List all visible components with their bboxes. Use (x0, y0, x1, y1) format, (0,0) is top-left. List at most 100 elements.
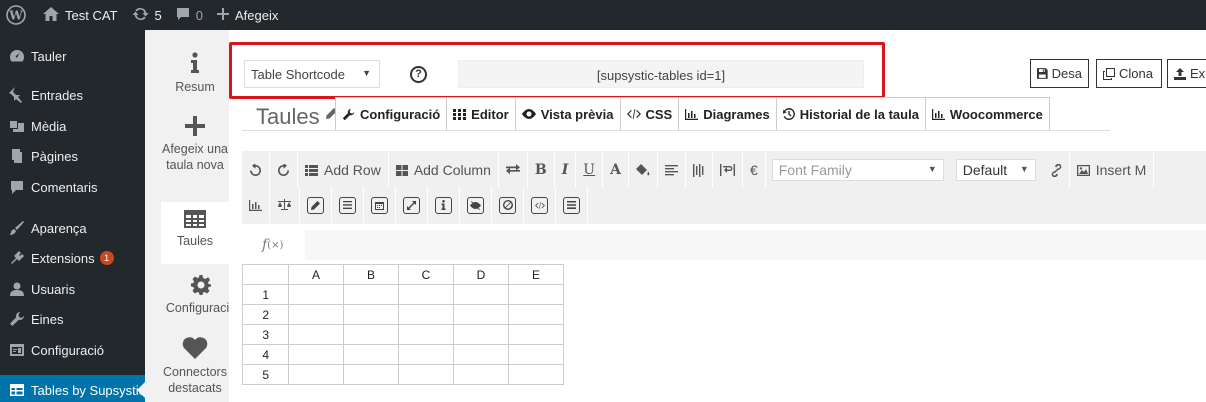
font-color-button[interactable]: A (603, 152, 629, 188)
tab-preview[interactable]: Vista prèvia (514, 97, 621, 130)
menu-item-users[interactable]: Usuaris (0, 274, 145, 304)
add-row-button[interactable]: Add Row (298, 152, 389, 188)
table-cell[interactable] (453, 304, 509, 325)
undo-button[interactable] (242, 152, 270, 188)
menu-item-posts[interactable]: Entrades (0, 80, 145, 110)
insert-media-button[interactable]: Insert M (1070, 152, 1155, 188)
formula-input[interactable] (305, 230, 1206, 260)
menu-item-appearance[interactable]: Aparença (0, 213, 145, 243)
tab-table-history[interactable]: Historial de la taula (775, 97, 926, 130)
table-cell[interactable] (453, 324, 509, 345)
table-cell[interactable] (343, 324, 399, 345)
menu-item-dashboard[interactable]: Tauler (0, 41, 145, 71)
table-cell[interactable] (453, 284, 509, 305)
help-icon[interactable]: ? (410, 66, 427, 83)
table-cell[interactable] (288, 364, 344, 385)
plugin-nav-tables[interactable]: Taules (161, 202, 229, 264)
site-name-link[interactable]: Test CAT (36, 0, 125, 30)
vertical-align-button[interactable] (686, 152, 713, 188)
table-cell[interactable] (398, 284, 454, 305)
table-cell[interactable] (343, 364, 399, 385)
row-header[interactable]: 1 (242, 284, 289, 305)
table-cell[interactable] (508, 364, 564, 385)
chart-button[interactable] (242, 187, 270, 223)
disable-button[interactable] (492, 187, 524, 223)
row-header[interactable]: 2 (242, 304, 289, 325)
menu-item-tools[interactable]: Eines (0, 304, 145, 334)
table-cell[interactable] (508, 284, 564, 305)
row-header[interactable]: 3 (242, 324, 289, 345)
table-cell[interactable] (343, 304, 399, 325)
column-header[interactable]: E (508, 264, 564, 285)
new-content-link[interactable]: Afegeix (210, 0, 285, 30)
table-cell[interactable] (398, 344, 454, 365)
currency-button[interactable]: € (743, 152, 766, 188)
table-cell[interactable] (508, 304, 564, 325)
bold-button[interactable]: B (528, 152, 555, 188)
plugin-nav-add-table[interactable]: Afegeix una taula nova (161, 116, 229, 173)
comments-link[interactable]: 0 (169, 0, 210, 30)
tab-css[interactable]: CSS (619, 97, 680, 130)
table-cell[interactable] (288, 344, 344, 365)
tab-diagrams[interactable]: Diagrames (678, 97, 777, 130)
updates-link[interactable]: 5 (125, 0, 169, 30)
menu-item-tables-by-supsystic[interactable]: Tables by Supsystic (0, 375, 145, 402)
column-header[interactable]: C (398, 264, 454, 285)
table-cell[interactable] (288, 304, 344, 325)
column-header[interactable]: D (453, 264, 509, 285)
redo-button[interactable] (270, 152, 298, 188)
table-cell[interactable] (398, 324, 454, 345)
balance-button[interactable] (270, 187, 300, 223)
menu-item-pages[interactable]: Pàgines (0, 141, 145, 171)
tab-woocommerce[interactable]: Woocommerce (924, 97, 1050, 130)
menu-label: Usuaris (31, 281, 76, 297)
table-cell[interactable] (343, 344, 399, 365)
table-cell[interactable] (343, 284, 399, 305)
table-cell[interactable] (453, 364, 509, 385)
wordpress-logo-icon[interactable]: W (0, 0, 36, 30)
corner-cell[interactable] (242, 264, 289, 285)
table-cell[interactable] (453, 344, 509, 365)
menu-item-settings[interactable]: Configuració (0, 335, 145, 365)
row-header[interactable]: 4 (242, 344, 289, 365)
menu-item-comments[interactable]: Comentaris (0, 172, 145, 202)
export-button[interactable]: Ex (1167, 59, 1206, 88)
tab-settings[interactable]: Configuració (335, 97, 448, 130)
column-header[interactable]: B (343, 264, 399, 285)
edit-cell-button[interactable] (300, 187, 332, 223)
menu-item-plugins[interactable]: Extensions 1 (0, 243, 145, 273)
table-cell[interactable] (288, 324, 344, 345)
hide-button[interactable] (460, 187, 492, 223)
code-button[interactable] (524, 187, 556, 223)
row-header[interactable]: 5 (242, 364, 289, 385)
align-button[interactable] (658, 152, 686, 188)
plugin-nav-featured-plugins[interactable]: Connectors destacats (161, 337, 229, 396)
shortcode-field[interactable]: [supsystic-tables id=1] (458, 60, 864, 88)
date-button[interactable] (364, 187, 396, 223)
comment-button[interactable] (556, 187, 588, 223)
save-button[interactable]: Desa (1030, 59, 1089, 88)
clone-button[interactable]: Clona (1096, 59, 1162, 88)
table-cell[interactable] (288, 284, 344, 305)
menu-item-media[interactable]: Mèdia (0, 111, 145, 141)
table-cell[interactable] (508, 344, 564, 365)
resize-button[interactable] (396, 187, 428, 223)
plugin-nav-overview[interactable]: Resum (161, 52, 229, 95)
shortcode-type-select[interactable]: Table Shortcode ▼ (244, 60, 380, 88)
column-header[interactable]: A (288, 264, 344, 285)
add-column-button[interactable]: Add Column (389, 152, 499, 188)
font-size-select[interactable]: Default ▼ (955, 159, 1036, 181)
tab-editor[interactable]: Editor (446, 97, 516, 130)
underline-button[interactable]: U (576, 152, 604, 188)
link-button[interactable] (1042, 152, 1070, 188)
fill-color-button[interactable] (629, 152, 658, 188)
italic-button[interactable]: I (555, 152, 577, 188)
font-family-select[interactable]: Font Family ▼ (771, 159, 944, 181)
table-cell[interactable] (508, 324, 564, 345)
list-button[interactable] (332, 187, 364, 223)
table-cell[interactable] (398, 364, 454, 385)
swap-button[interactable] (499, 152, 528, 188)
word-wrap-button[interactable] (713, 152, 743, 188)
table-cell[interactable] (398, 304, 454, 325)
info-button[interactable] (428, 187, 460, 223)
